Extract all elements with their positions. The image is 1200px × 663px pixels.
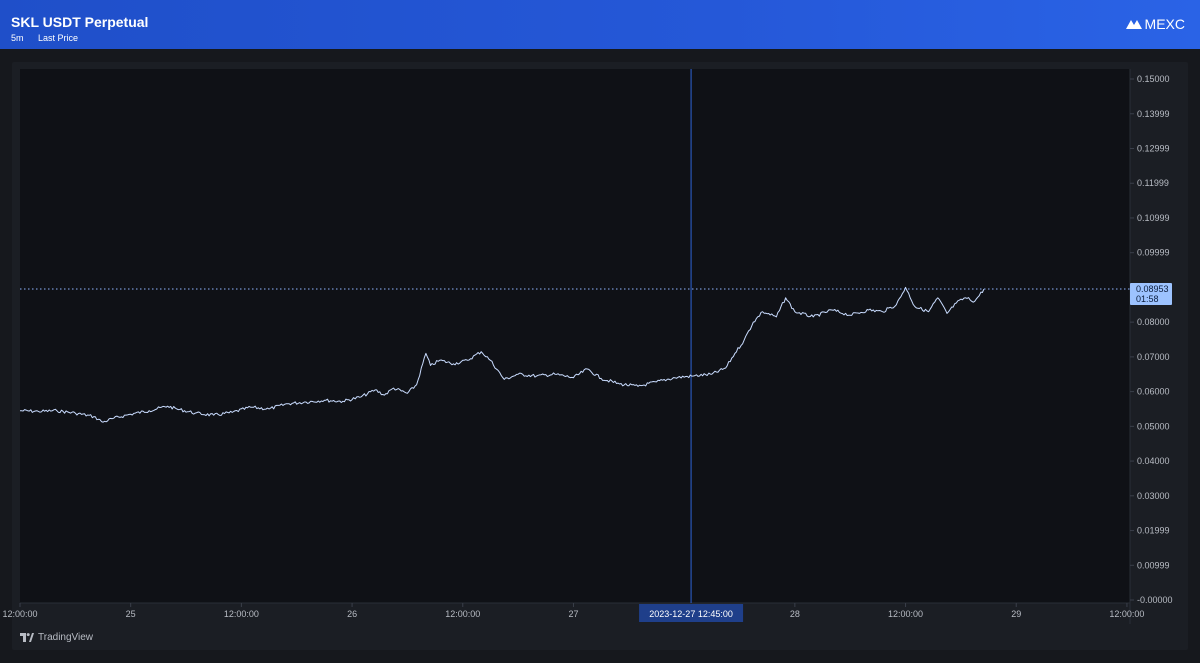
x-tick-label: 29: [1011, 609, 1021, 619]
plot-area[interactable]: [20, 69, 1130, 603]
last-price-label: 0.08953: [1136, 284, 1169, 294]
y-tick-label: 0.04000: [1137, 456, 1170, 466]
y-tick-label: 0.01999: [1137, 526, 1170, 536]
price-chart[interactable]: 0.15000 0.13999 0.12999 0.11999 0.10999 0.099…: [0, 0, 1200, 663]
crosshair-time-label: 2023-12-27 12:45:00: [649, 609, 733, 619]
y-tick-label: 0.09999: [1137, 248, 1170, 258]
y-tick-label: 0.03000: [1137, 491, 1170, 501]
tradingview-icon: [20, 633, 34, 642]
tradingview-brand: TradingView: [20, 632, 93, 643]
y-tick-label: 0.11999: [1137, 178, 1169, 188]
x-tick-label: 25: [126, 609, 136, 619]
x-tick-label: 12:00:00: [445, 609, 480, 619]
y-tick-label: 0.10999: [1137, 213, 1170, 223]
y-tick-label: 0.05000: [1137, 421, 1170, 431]
x-tick-label: 12:00:00: [1109, 609, 1144, 619]
y-tick-label: 0.08000: [1137, 317, 1170, 327]
x-tick-label: 12:00:00: [2, 609, 37, 619]
x-tick-label: 12:00:00: [224, 609, 259, 619]
last-price-countdown: 01:58: [1136, 294, 1159, 304]
y-tick-label: 0.06000: [1137, 387, 1170, 397]
tradingview-label: TradingView: [38, 632, 94, 643]
y-tick-label: 0.00999: [1137, 560, 1170, 570]
y-tick-label: 0.15000: [1137, 74, 1170, 84]
y-tick-label: -0.00000: [1137, 595, 1173, 605]
x-tick-label: 27: [568, 609, 578, 619]
y-tick-label: 0.13999: [1137, 109, 1170, 119]
x-tick-label: 28: [790, 609, 800, 619]
x-tick-label: 26: [347, 609, 357, 619]
y-tick-label: 0.12999: [1137, 144, 1170, 154]
x-tick-label: 12:00:00: [888, 609, 923, 619]
y-tick-label: 0.07000: [1137, 352, 1170, 362]
